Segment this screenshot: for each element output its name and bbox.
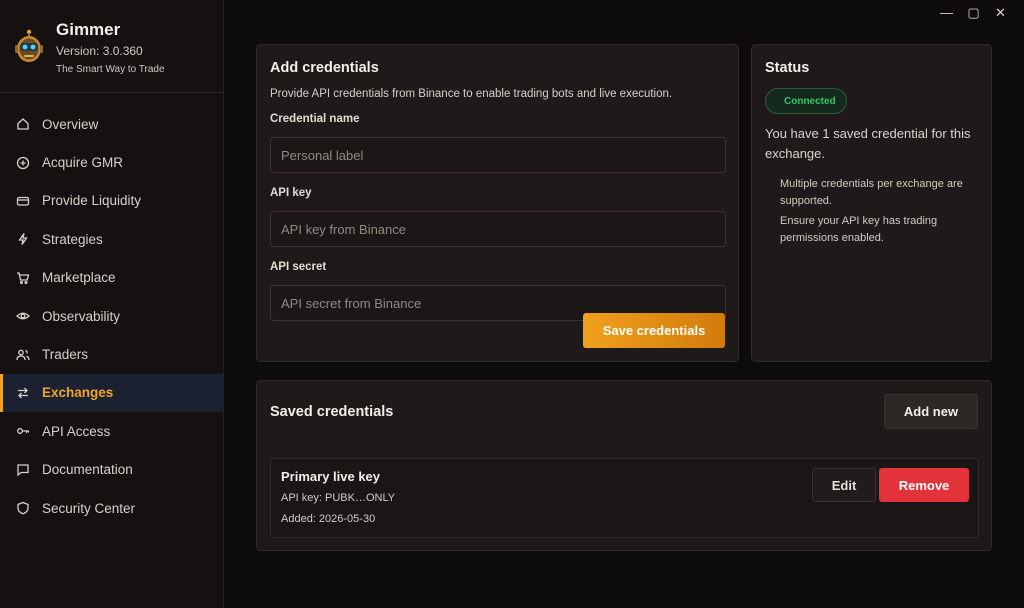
close-button[interactable]: ✕ xyxy=(993,4,1008,22)
api-key-field[interactable] xyxy=(270,211,726,247)
api-secret-label: API secret xyxy=(270,261,327,273)
key-icon xyxy=(16,424,30,438)
credential-name-field[interactable] xyxy=(270,137,726,173)
remove-button[interactable]: Remove xyxy=(879,468,969,502)
cart-icon xyxy=(16,271,30,285)
shield-icon xyxy=(16,501,30,515)
sidebar-item-label: Traders xyxy=(42,347,89,363)
sidebar-item-label: Strategies xyxy=(42,231,103,247)
window-controls: — ▢ ✕ xyxy=(939,4,1008,22)
sidebar-item-label: Documentation xyxy=(42,462,133,478)
status-note: Multiple credentials per exchange are su… xyxy=(780,178,963,207)
saved-credentials-title: Saved credentials xyxy=(270,404,394,420)
save-credentials-button[interactable]: Save credentials xyxy=(583,313,725,348)
edit-button[interactable]: Edit xyxy=(812,468,876,502)
minimize-button[interactable]: — xyxy=(939,4,954,22)
sidebar-item-marketplace[interactable]: Marketplace xyxy=(0,259,223,297)
add-credentials-description: Provide API credentials from Binance to … xyxy=(270,88,673,100)
credential-name-label: Credential name xyxy=(270,113,360,125)
sidebar-item-label: Marketplace xyxy=(42,270,116,286)
app-version: Version: 3.0.360 xyxy=(56,44,143,58)
home-icon xyxy=(16,117,30,131)
credential-added-date: Added: 2026-05-30 xyxy=(281,513,376,525)
users-icon xyxy=(16,348,30,362)
sidebar-item-traders[interactable]: Traders xyxy=(0,335,223,373)
status-panel: Status Connected You have 1 saved creden… xyxy=(751,44,992,362)
sidebar-item-strategies[interactable]: Strategies xyxy=(0,220,223,258)
status-text: You have 1 saved credential for this exc… xyxy=(765,126,971,161)
eye-icon xyxy=(16,309,30,323)
sidebar-item-api-access[interactable]: API Access xyxy=(0,412,223,450)
sidebar-item-acquire-gmr[interactable]: Acquire GMR xyxy=(0,143,223,181)
maximize-button[interactable]: ▢ xyxy=(966,4,981,22)
status-note: Ensure your API key has trading permissi… xyxy=(780,215,938,244)
lightning-icon xyxy=(16,232,30,246)
status-title: Status xyxy=(765,60,810,76)
add-credentials-title: Add credentials xyxy=(270,60,379,76)
sidebar-item-label: Security Center xyxy=(42,500,136,516)
sidebar: Gimmer Version: 3.0.360 The Smart Way to… xyxy=(0,0,224,608)
sidebar-item-documentation[interactable]: Documentation xyxy=(0,451,223,489)
chat-icon xyxy=(16,463,30,477)
sidebar-item-label: Observability xyxy=(42,308,121,324)
sidebar-item-label: Acquire GMR xyxy=(42,155,124,171)
sidebar-nav: Overview Acquire GMR Provide Liquidity S… xyxy=(0,105,223,527)
app-name: Gimmer xyxy=(56,20,121,39)
sidebar-item-label: Overview xyxy=(42,116,99,132)
saved-credentials-panel: Saved credentials Add new Primary live k… xyxy=(256,380,992,551)
plus-circle-icon xyxy=(16,156,30,170)
sidebar-item-provide-liquidity[interactable]: Provide Liquidity xyxy=(0,182,223,220)
sidebar-item-label: Provide Liquidity xyxy=(42,193,142,209)
robot-logo-icon xyxy=(14,28,44,64)
app-tagline: The Smart Way to Trade xyxy=(56,64,165,75)
sidebar-item-exchanges[interactable]: Exchanges xyxy=(0,373,223,413)
wallet-icon xyxy=(16,194,30,208)
sidebar-item-label: API Access xyxy=(42,423,111,439)
sidebar-item-observability[interactable]: Observability xyxy=(0,297,223,335)
add-new-button[interactable]: Add new xyxy=(884,394,978,429)
swap-arrows-icon xyxy=(16,386,30,400)
sidebar-item-security-center[interactable]: Security Center xyxy=(0,489,223,527)
api-key-label: API key xyxy=(270,187,312,199)
sidebar-item-label: Exchanges xyxy=(42,385,114,401)
add-credentials-panel: Add credentials Provide API credentials … xyxy=(256,44,739,362)
credential-card: Primary live key API key: PUBK…ONLY Adde… xyxy=(270,458,979,538)
status-badge: Connected xyxy=(765,88,847,114)
sidebar-item-overview[interactable]: Overview xyxy=(0,105,223,143)
brand-header: Gimmer Version: 3.0.360 The Smart Way to… xyxy=(0,0,223,93)
status-notes: Multiple credentials per exchange are su… xyxy=(765,176,978,247)
